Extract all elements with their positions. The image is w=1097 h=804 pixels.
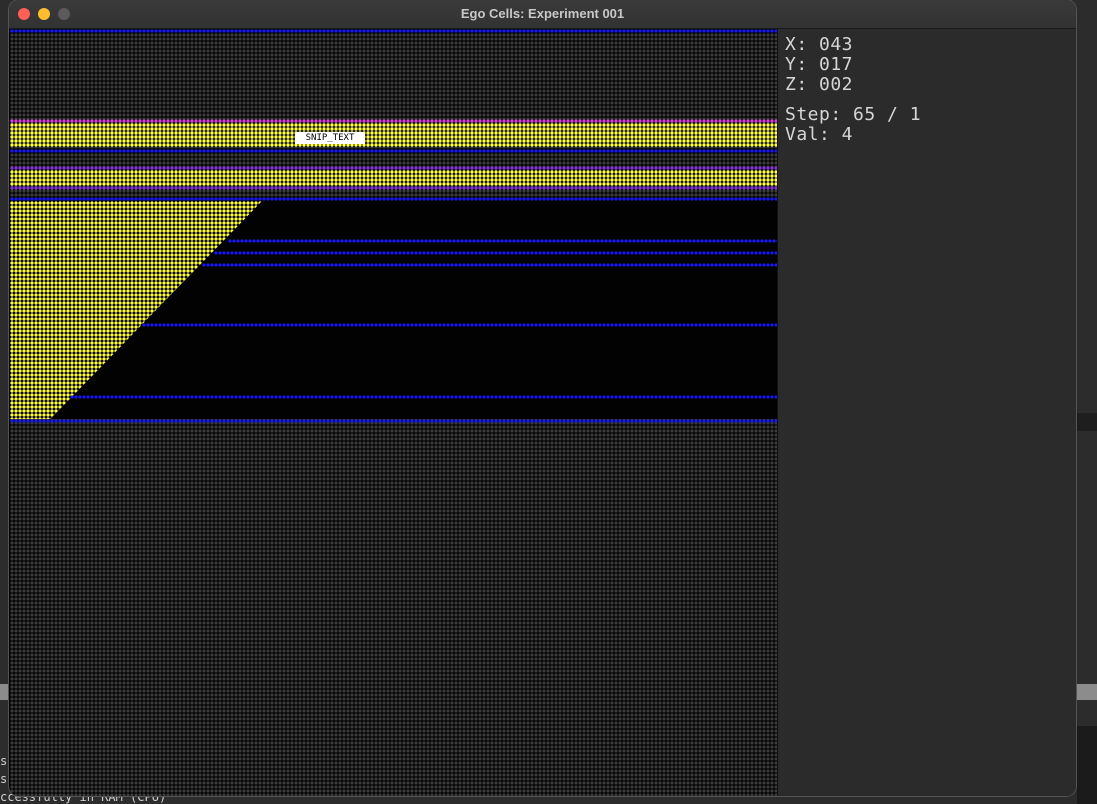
- value-readout: Val: 4: [785, 124, 854, 145]
- terminal-line: s: [0, 772, 8, 786]
- step-counter: Step: 65 / 1: [785, 104, 922, 125]
- yellow-cell-band: [10, 123, 777, 147]
- window-title: Ego Cells: Experiment 001: [460, 6, 625, 21]
- app-window: Ego Cells: Experiment 001 SNIP_TEXT X: 0…: [9, 0, 1076, 796]
- background-scrollbar-right: [1077, 684, 1097, 700]
- z-coordinate: Z: 002: [785, 74, 854, 95]
- blue-cell-row: [10, 419, 777, 423]
- blue-cell-row: [10, 29, 777, 33]
- blue-cell-row: [228, 239, 777, 243]
- blue-cell-row: [70, 395, 777, 399]
- cell-grid[interactable]: SNIP_TEXT: [10, 29, 777, 796]
- title-bar[interactable]: Ego Cells: Experiment 001: [9, 0, 1076, 29]
- snip-text-label: SNIP_TEXT: [295, 132, 365, 144]
- purple-cell-row: [10, 186, 777, 190]
- blue-cell-row: [214, 251, 777, 255]
- blue-cell-row: [142, 323, 777, 327]
- blue-cell-row: [202, 263, 777, 267]
- background-panel: [1077, 726, 1097, 804]
- yellow-cell-band: [10, 170, 777, 186]
- x-coordinate: X: 043: [785, 34, 854, 55]
- terminal-line: s: [0, 754, 8, 768]
- background-strip: [1077, 413, 1097, 431]
- y-coordinate: Y: 017: [785, 54, 854, 75]
- blue-cell-row: [10, 149, 777, 153]
- info-panel: X: 043 Y: 017 Z: 002 Step: 65 / 1 Val: 4: [777, 29, 1076, 796]
